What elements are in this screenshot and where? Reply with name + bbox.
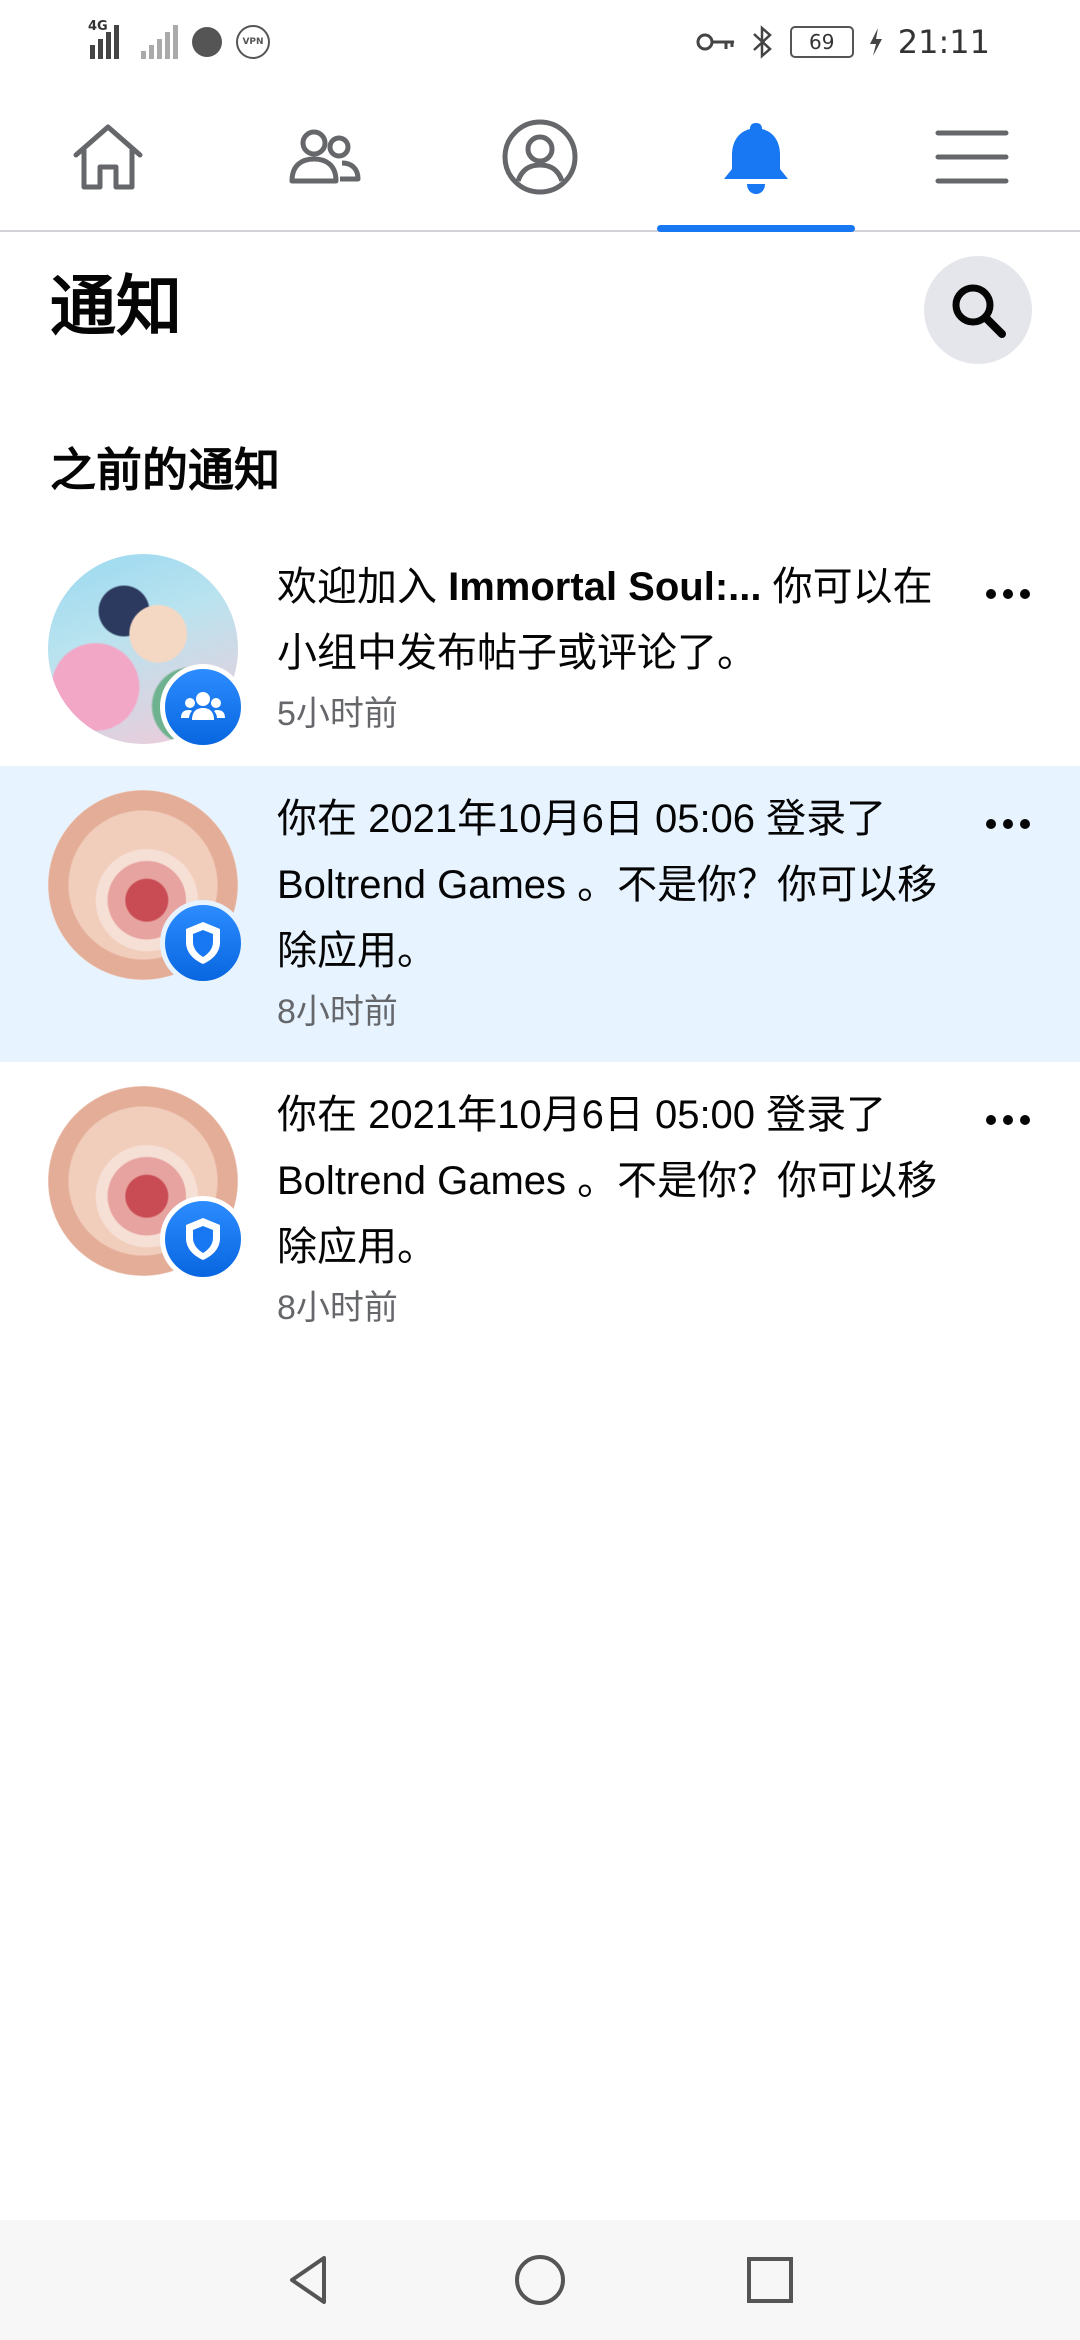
status-right: 69 21:11: [696, 23, 990, 61]
notification-text: 你在 2021年10月6日 05:06 登录了 Boltrend Games 。…: [277, 797, 938, 973]
tab-friends[interactable]: [216, 84, 432, 230]
shield-icon: [186, 1218, 220, 1260]
security-badge: [160, 900, 246, 986]
status-bar: 4G VPN 69 21:11: [0, 0, 1080, 84]
network-type-label: 4G: [88, 19, 108, 34]
home-circle-icon[interactable]: [510, 2250, 570, 2310]
tab-notifications[interactable]: [648, 84, 864, 232]
menu-icon: [935, 130, 1009, 184]
cell-signal-2-icon: [141, 25, 178, 59]
notification-item[interactable]: 欢迎加入 Immortal Soul:... 你可以在小组中发布帖子或评论了。 …: [0, 538, 1080, 766]
system-nav-bar: [0, 2220, 1080, 2340]
status-left: 4G VPN: [88, 19, 270, 59]
security-badge: [160, 1196, 246, 1282]
tab-profile[interactable]: [432, 84, 648, 230]
notification-time: 8小时前: [277, 1289, 398, 1327]
more-options-button[interactable]: [976, 804, 1040, 844]
charging-icon: [869, 28, 882, 56]
more-options-button[interactable]: [976, 1100, 1040, 1140]
bell-icon: [724, 123, 788, 194]
page-title: 通知: [50, 268, 182, 345]
section-title-earlier: 之前的通知: [50, 443, 280, 497]
notification-item[interactable]: 你在 2021年10月6日 05:06 登录了 Boltrend Games 。…: [0, 766, 1080, 1062]
search-button[interactable]: [924, 256, 1032, 364]
shield-icon: [186, 922, 220, 964]
notification-text: 你在 2021年10月6日 05:00 登录了 Boltrend Games 。…: [277, 1093, 938, 1269]
group-name: Immortal Soul:...: [448, 565, 762, 609]
vpn-icon: VPN: [236, 25, 270, 59]
notification-body: 你在 2021年10月6日 05:00 登录了 Boltrend Games 。…: [277, 1082, 947, 1336]
friends-icon: [289, 129, 361, 184]
top-nav-bar: [0, 84, 1080, 232]
bluetooth-icon: [752, 25, 772, 59]
cell-signal-icon: 4G: [88, 19, 127, 59]
back-icon[interactable]: [280, 2250, 340, 2310]
recents-icon[interactable]: [740, 2250, 800, 2310]
notification-avatar: [48, 790, 248, 990]
battery-icon: 69: [789, 26, 854, 58]
profile-icon: [502, 119, 578, 195]
tab-home[interactable]: [0, 84, 216, 230]
group-icon: [181, 692, 225, 720]
notification-avatar: [48, 554, 248, 754]
notifications-screen: 4G VPN 69 21:11 通知 之前的通知 欢迎加入 Immortal S…: [0, 0, 1080, 2340]
notification-avatar: [48, 1086, 248, 1286]
more-options-button[interactable]: [976, 574, 1040, 614]
globe-icon: [192, 27, 222, 57]
home-icon: [73, 124, 143, 190]
notification-body: 你在 2021年10月6日 05:06 登录了 Boltrend Games 。…: [277, 786, 947, 1040]
notification-text-part: 欢迎加入: [277, 565, 449, 609]
notification-list: 欢迎加入 Immortal Soul:... 你可以在小组中发布帖子或评论了。 …: [0, 538, 1080, 1360]
key-icon: [696, 33, 734, 51]
notification-time: 8小时前: [277, 993, 398, 1031]
group-badge: [160, 664, 246, 750]
notification-time: 5小时前: [277, 695, 398, 733]
tab-menu[interactable]: [864, 84, 1080, 230]
search-icon: [952, 284, 1006, 338]
clock: 21:11: [897, 23, 990, 61]
notification-text: 欢迎加入 Immortal Soul:... 你可以在小组中发布帖子或评论了。: [277, 554, 947, 686]
notification-body: 欢迎加入 Immortal Soul:... 你可以在小组中发布帖子或评论了。 …: [277, 554, 947, 742]
notification-item[interactable]: 你在 2021年10月6日 05:00 登录了 Boltrend Games 。…: [0, 1062, 1080, 1360]
